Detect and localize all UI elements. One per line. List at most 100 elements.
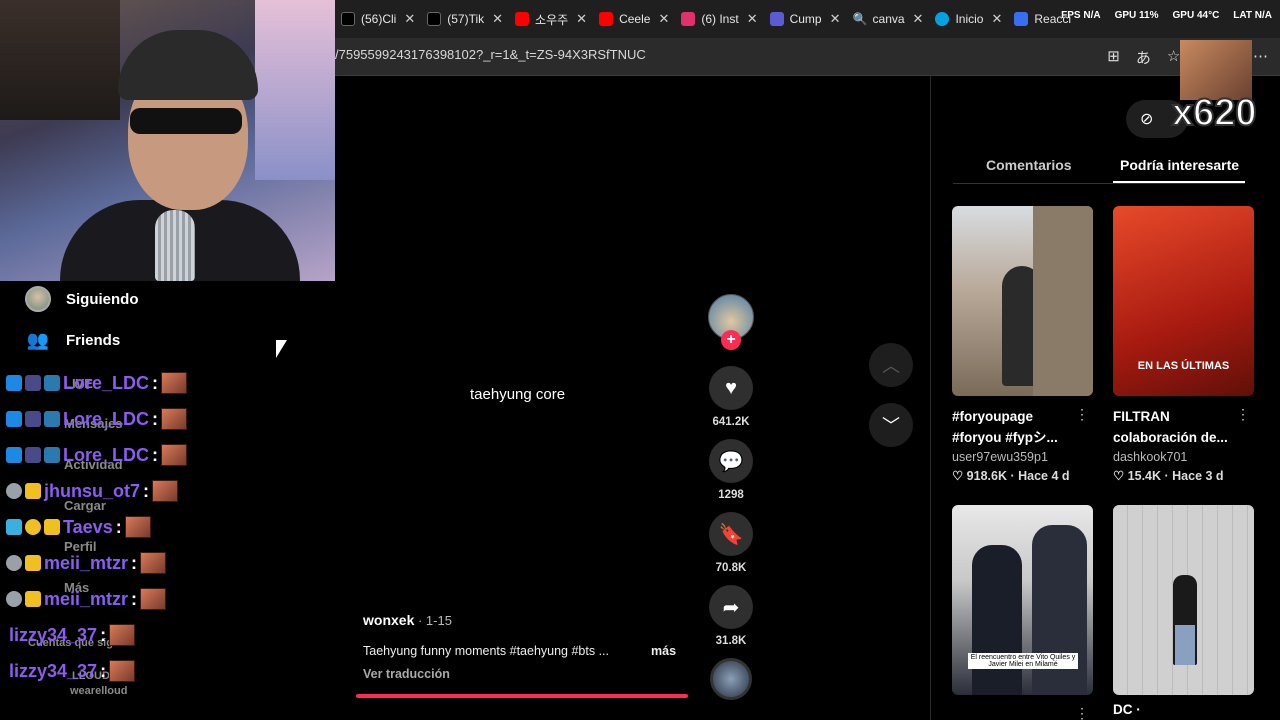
share-icon[interactable]: ➦: [709, 585, 753, 629]
like-button[interactable]: ♥ 641.2K: [709, 366, 753, 428]
browser-tab[interactable]: Ceele ✕: [593, 4, 675, 34]
close-icon[interactable]: ✕: [747, 11, 758, 27]
more-options-icon[interactable]: ⋮: [1236, 406, 1250, 423]
chat-emote: [161, 372, 188, 394]
more-icon[interactable]: ⋯: [1253, 47, 1268, 68]
chat-username: Lore_LDC: [63, 372, 150, 393]
save-button[interactable]: 🔖 70.8K: [709, 512, 753, 574]
chat-username: jhunsu_ot7: [44, 480, 141, 501]
video-thumbnail[interactable]: EN LAS ÚLTIMAS: [1113, 206, 1254, 396]
instagram-icon: [681, 12, 696, 26]
author-name[interactable]: wonxek: [363, 612, 414, 628]
chat-separator: :: [143, 480, 150, 501]
tab-might-interest[interactable]: Podría interesarte: [1120, 157, 1239, 173]
followed-account-handle[interactable]: wearelloud: [70, 685, 127, 697]
chat-emote: [109, 660, 136, 682]
recommended-video-card[interactable]: El reencuentro entre Vito Quiles y Javie…: [952, 505, 1093, 720]
address-bar[interactable]: /7595599243176398102?_r=1&_t=ZS-94X3RSfT…: [335, 38, 1280, 76]
follow-plus-icon[interactable]: +: [721, 330, 741, 350]
chat-emote: [161, 408, 188, 430]
chat-separator: :: [152, 444, 159, 465]
chat-username: meii_mtzr: [44, 552, 129, 573]
browser-tabbar: (56)Cli ✕ (57)Tik ✕ 소우주 ✕ Ceele ✕ (6) Inst ✕ …: [335, 0, 1280, 38]
video-date: · 1-15: [414, 613, 452, 628]
close-icon[interactable]: ✕: [991, 11, 1002, 27]
browser-tab[interactable]: 🔍 canva ✕: [847, 4, 930, 34]
close-icon[interactable]: ✕: [576, 11, 587, 27]
youtube-icon: [599, 12, 614, 26]
card-username[interactable]: dashkook701: [1113, 450, 1254, 464]
microphone: [155, 210, 195, 281]
video-progress-bar[interactable]: [356, 694, 688, 698]
mouse-cursor-icon: [276, 340, 287, 358]
webcam-overlay: [0, 0, 335, 281]
sidebar-item-following[interactable]: Siguiendo: [24, 285, 139, 313]
video-author[interactable]: wonxek · 1-15: [363, 612, 452, 628]
game-badge-icon: [44, 447, 60, 463]
translate-icon[interactable]: あ: [1136, 47, 1151, 68]
chevron-down-icon: ﹀: [882, 416, 900, 436]
next-video-button[interactable]: ﹀: [869, 403, 913, 447]
heart-icon[interactable]: ♥: [709, 366, 753, 410]
music-disc-icon[interactable]: [710, 658, 752, 700]
share-button[interactable]: ➦ 31.8K: [709, 585, 753, 647]
streamer-cap: [118, 30, 258, 100]
chat-separator: :: [152, 372, 159, 393]
recommended-video-card[interactable]: EN LAS ÚLTIMAS FILTRAN colaboración de...…: [1113, 206, 1254, 483]
video-thumbnail[interactable]: [1113, 505, 1254, 695]
video-overlay-text: taehyung core: [470, 386, 566, 403]
close-icon[interactable]: ✕: [492, 11, 503, 27]
card-username[interactable]: user97ewu359p1: [952, 450, 1093, 464]
more-options-icon[interactable]: ⋮: [1075, 406, 1089, 423]
star-icon[interactable]: ☆: [1167, 47, 1180, 68]
following-avatar-icon: [24, 285, 52, 313]
reaction-icon: [1014, 12, 1029, 26]
comment-icon[interactable]: 💬: [709, 439, 753, 483]
video-thumbnail[interactable]: [952, 206, 1093, 396]
like-count: 641.2K: [712, 416, 750, 428]
tiktok-icon: [427, 12, 442, 26]
more-options-icon[interactable]: ⋮: [1075, 705, 1089, 720]
video-thumbnail[interactable]: El reencuentro entre Vito Quiles y Javie…: [952, 505, 1093, 695]
number-badge-icon: [25, 519, 41, 535]
chat-message: meii_mtzr:: [6, 552, 167, 574]
browser-tab[interactable]: Inicio ✕: [929, 4, 1008, 34]
bookmark-icon[interactable]: 🔖: [709, 512, 753, 556]
card-title[interactable]: DC ·: [1113, 699, 1254, 720]
chat-message: Lore_LDC:: [6, 408, 188, 430]
crown-badge-icon: [25, 591, 41, 607]
browser-tab[interactable]: (6) Inst ✕: [675, 4, 763, 34]
recommended-video-card[interactable]: #foryoupage #foryou #fypシ... user97ewu359…: [952, 206, 1093, 483]
card-title[interactable]: #foryoupage #foryou #fypシ...: [952, 406, 1093, 448]
close-icon[interactable]: ✕: [404, 11, 415, 27]
disc-icon: ⊘: [1140, 111, 1154, 128]
close-icon[interactable]: ✕: [830, 11, 841, 27]
chat-emote: [109, 624, 136, 646]
card-title[interactable]: FILTRAN colaboración de...: [1113, 406, 1254, 448]
recommended-video-card[interactable]: DC ·: [1113, 505, 1254, 720]
thumbnail-caption: El reencuentro entre Vito Quiles y Javie…: [968, 653, 1078, 669]
chat-message: lizzy34_37:: [9, 660, 136, 682]
sidebar-item-friends[interactable]: 👥 Friends: [24, 326, 120, 354]
close-icon[interactable]: ✕: [658, 11, 669, 27]
sub-badge-icon: [25, 375, 41, 391]
tab-comments[interactable]: Comentarios: [986, 157, 1072, 173]
url-text[interactable]: /7595599243176398102?_r=1&_t=ZS-94X3RSfT…: [335, 47, 646, 62]
previous-video-button[interactable]: ︿: [869, 343, 913, 387]
chat-message: lizzy34_37:: [9, 624, 136, 646]
chevron-up-icon: ︿: [882, 356, 900, 376]
see-translation-link[interactable]: Ver traducción: [363, 667, 450, 681]
tab-favicon-icon: [341, 12, 355, 26]
chat-username: lizzy34_37: [9, 660, 98, 681]
browser-tab[interactable]: Cump ✕: [764, 4, 847, 34]
share-count: 31.8K: [715, 635, 747, 647]
browser-tab[interactable]: (57)Tik ✕: [421, 4, 509, 34]
sub-badge-icon: [25, 411, 41, 427]
browser-tab[interactable]: 소우주 ✕: [509, 4, 593, 34]
chat-username: Taevs: [63, 516, 113, 537]
close-icon[interactable]: ✕: [913, 11, 924, 27]
app-icon[interactable]: ⊞: [1107, 47, 1120, 68]
description-more-link[interactable]: más: [651, 644, 676, 658]
browser-tab[interactable]: (56)Cli ✕: [335, 4, 421, 34]
comment-button[interactable]: 💬 1298: [709, 439, 753, 501]
